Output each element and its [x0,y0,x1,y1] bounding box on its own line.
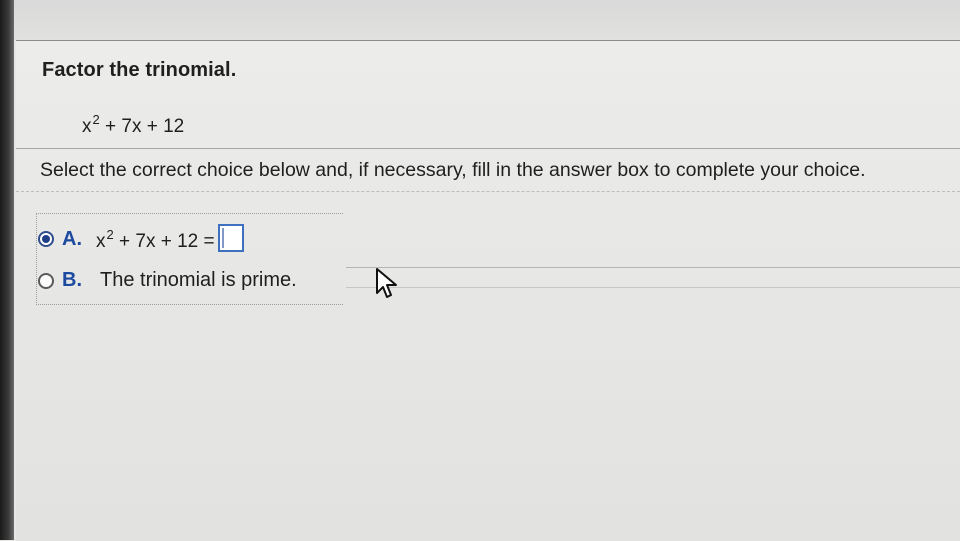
trinomial-expression: x2 + 7x + 12 [82,113,185,137]
choice-separator [346,287,960,288]
choice-separator [346,267,960,268]
choice-letter: A. [62,227,82,250]
choice-a-expression: x2 + 7x + 12 = [96,228,215,252]
expression-tail: + 7x + 12 = [113,230,215,252]
choice-b[interactable]: B. The trinomial is prime. [38,269,297,292]
radio-unselected-icon[interactable] [38,272,54,289]
choice-a[interactable]: A. x2 + 7x + 12 = [38,224,244,253]
expression-exponent: 2 [106,226,114,242]
radio-selected-icon[interactable] [38,231,54,247]
divider [16,148,960,149]
question-panel: Factor the trinomial. x2 + 7x + 12 Selec… [16,40,960,541]
answer-input[interactable] [217,224,244,252]
screen-bezel [0,0,14,540]
divider [16,191,960,193]
mouse-pointer-icon [376,268,397,298]
choice-b-text: The trinomial is prime. [100,269,297,291]
expression-base: x [82,116,92,137]
choice-letter: B. [62,269,82,291]
top-strip [0,0,960,40]
question-title: Factor the trinomial. [42,59,237,81]
radio-dot [42,235,50,243]
instruction-text: Select the correct choice below and, if … [40,159,866,181]
expression-base: x [96,230,106,252]
expression-tail: + 7x + 12 [99,116,185,137]
expression-exponent: 2 [92,112,100,127]
